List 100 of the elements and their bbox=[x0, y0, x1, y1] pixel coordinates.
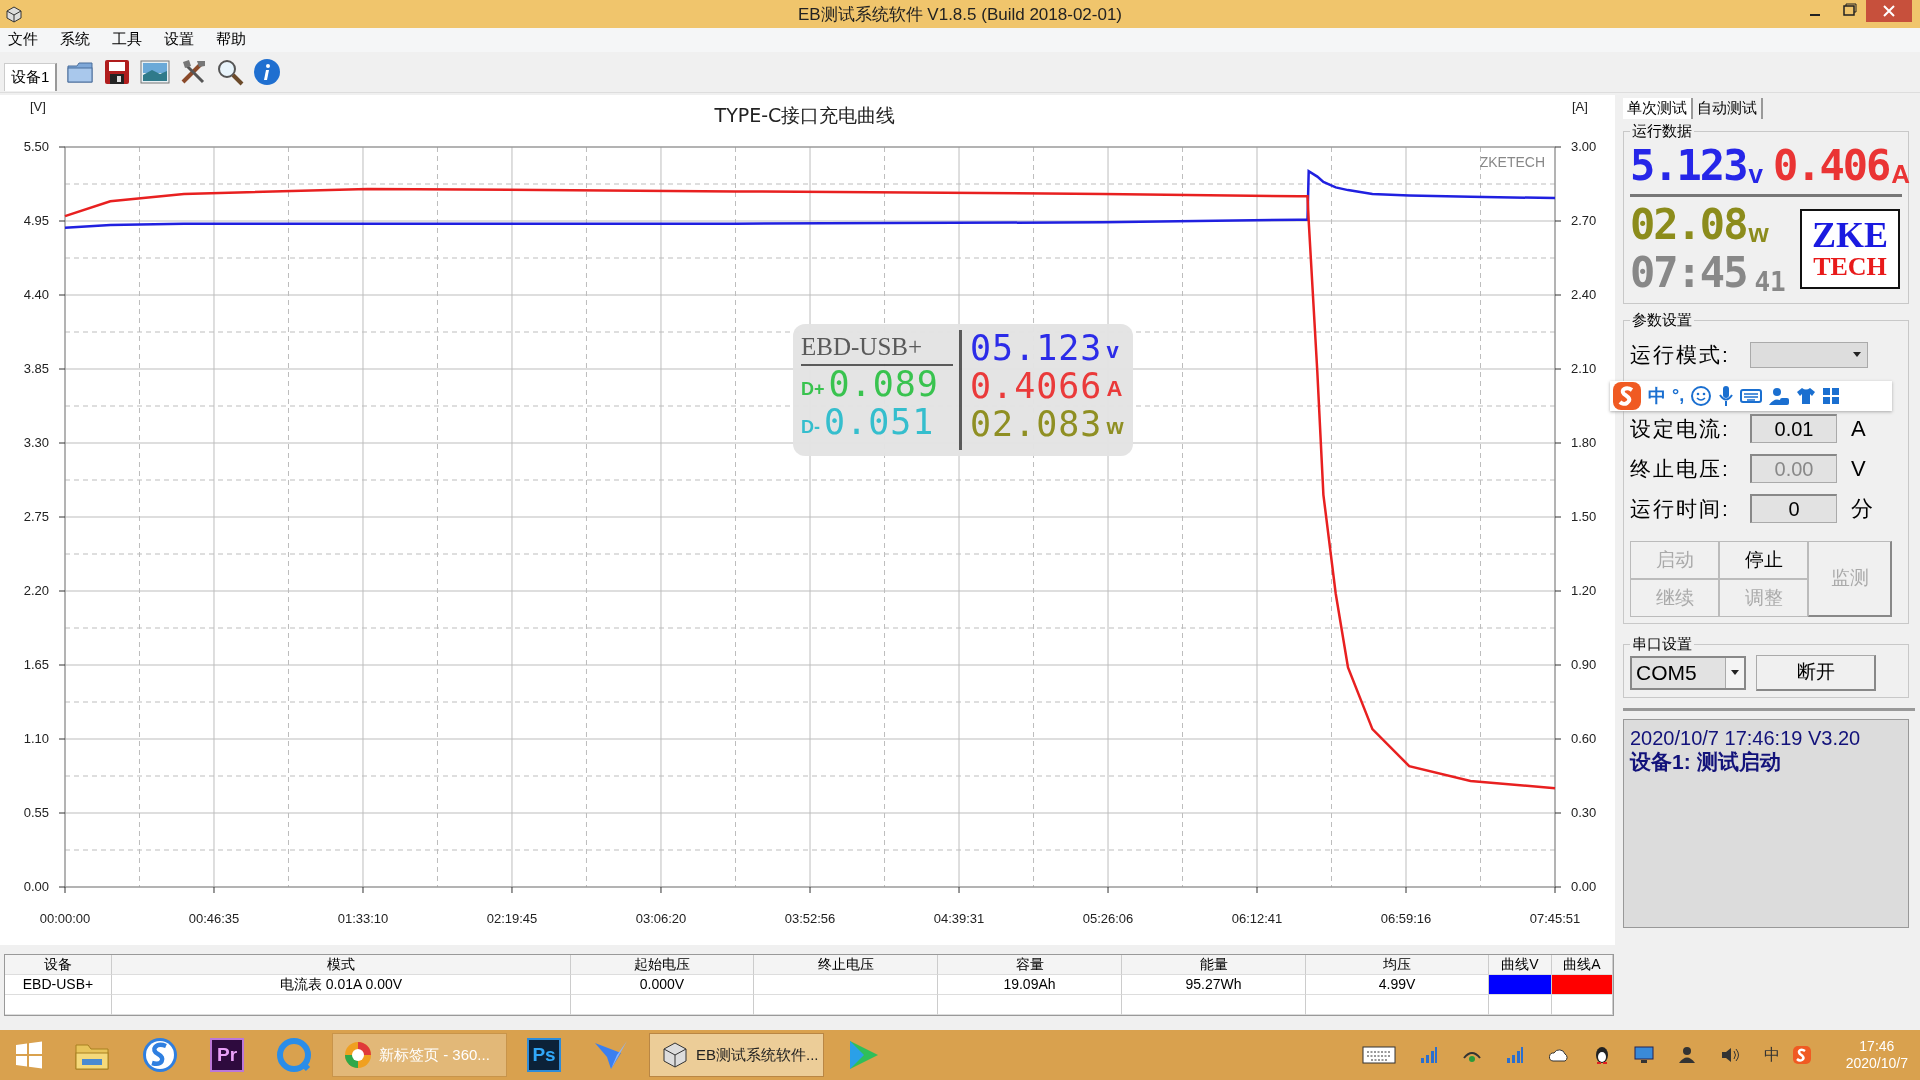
group-title: 串口设置 bbox=[1630, 634, 1694, 654]
power-reading: 02.083 bbox=[970, 403, 1103, 444]
microphone-icon[interactable] bbox=[1718, 384, 1735, 407]
tick-label: 4.40 bbox=[23, 286, 49, 302]
tick-label: 06:59:16 bbox=[1380, 910, 1432, 926]
table-cell: 95.27Wh bbox=[1122, 975, 1306, 996]
field-label: 运行时间: bbox=[1630, 495, 1731, 522]
tick-label: 07:45:51 bbox=[1529, 910, 1581, 926]
info-icon[interactable] bbox=[253, 57, 282, 86]
tick-label: 1.20 bbox=[1571, 582, 1597, 598]
menu-item[interactable]: 帮助 bbox=[216, 30, 246, 50]
tick-label: 5.50 bbox=[23, 138, 49, 154]
table-cell: 电流表 0.01A 0.00V bbox=[112, 975, 571, 996]
logo-text: ZKE bbox=[1812, 216, 1888, 253]
tick-label: 3.00 bbox=[1571, 138, 1597, 154]
button[interactable]: 停止 bbox=[1719, 540, 1808, 579]
brand-label: ZKETECH bbox=[1479, 153, 1545, 170]
device-tab[interactable]: 设备1 bbox=[4, 62, 58, 91]
current-reading: 0.406 bbox=[1772, 141, 1890, 190]
tick-label: 2.70 bbox=[1571, 212, 1597, 228]
close-button[interactable] bbox=[1866, 0, 1912, 22]
field-label: 设定电流: bbox=[1630, 415, 1731, 442]
column-header: 设备 bbox=[5, 955, 112, 976]
tick-label: 3.30 bbox=[23, 434, 49, 450]
tick-label: 02:19:45 bbox=[486, 910, 538, 926]
d-plus-reading: 0.089 bbox=[828, 363, 939, 404]
tick-label: 0.60 bbox=[1571, 730, 1597, 746]
log-line: 设备1: 测试启动 bbox=[1630, 749, 1782, 774]
menu-item[interactable]: 文件 bbox=[8, 30, 38, 50]
d-minus-label: D- bbox=[801, 416, 820, 439]
unit-label: A bbox=[1891, 158, 1911, 190]
table-cell: 19.09Ah bbox=[938, 975, 1122, 996]
field-label: 运行模式: bbox=[1630, 341, 1731, 368]
table-cell: 0.000V bbox=[571, 975, 754, 996]
tick-label: 1.65 bbox=[23, 656, 49, 672]
ime-label[interactable]: 中 bbox=[1763, 1044, 1780, 1066]
axis-label: [V] bbox=[30, 98, 46, 114]
tick-label: 0.00 bbox=[23, 878, 49, 894]
disconnect-button[interactable]: 断开 bbox=[1756, 654, 1876, 691]
tick-label: 0.90 bbox=[1571, 656, 1597, 672]
voltage-reading: 05.123 bbox=[970, 327, 1103, 368]
column-header: 容量 bbox=[938, 955, 1122, 976]
tick-label: 3.85 bbox=[23, 360, 49, 376]
column-header: 曲线A bbox=[1552, 955, 1613, 976]
keyboard-icon[interactable] bbox=[1740, 387, 1763, 404]
tick-label: 1.80 bbox=[1571, 434, 1597, 450]
smiley-icon[interactable] bbox=[1690, 384, 1713, 407]
taskbar-window[interactable]: EB测试系统软件... bbox=[649, 1033, 824, 1078]
tab[interactable]: 单次测试 bbox=[1623, 97, 1693, 119]
ime-label[interactable]: °, bbox=[1672, 385, 1685, 407]
tick-label: 05:26:06 bbox=[1082, 910, 1134, 926]
menu-item[interactable]: 系统 bbox=[60, 30, 90, 50]
unit-label: w bbox=[1748, 217, 1769, 249]
column-header: 能量 bbox=[1122, 955, 1306, 976]
column-header: 曲线V bbox=[1489, 955, 1552, 976]
tick-label: 0.55 bbox=[23, 804, 49, 820]
voltage-reading: 5.123 bbox=[1630, 141, 1747, 190]
save-icon[interactable] bbox=[103, 57, 132, 86]
app-tile-icon[interactable]: Pr bbox=[210, 1038, 244, 1073]
tick-label: 03:52:56 bbox=[784, 910, 836, 926]
tick-label: 2.20 bbox=[23, 582, 49, 598]
sogou-icon[interactable] bbox=[1612, 380, 1642, 411]
table-cell: EBD-USB+ bbox=[5, 975, 112, 996]
d-minus-reading: 0.051 bbox=[824, 401, 935, 442]
picture-icon[interactable] bbox=[140, 57, 171, 86]
power-reading: 02.08 bbox=[1630, 200, 1747, 249]
ime-label[interactable]: 中 bbox=[1648, 383, 1666, 408]
input-field[interactable]: 0.01 bbox=[1750, 414, 1837, 444]
app-tile-icon[interactable]: Ps bbox=[527, 1038, 561, 1073]
shirt-icon[interactable] bbox=[1796, 386, 1817, 405]
tick-label: 0.30 bbox=[1571, 804, 1597, 820]
log-line: 2020/10/7 17:46:19 V3.20 bbox=[1630, 725, 1862, 750]
group-title: 运行数据 bbox=[1630, 121, 1694, 141]
device-name: EBD-USB+ bbox=[801, 329, 953, 366]
user-icon[interactable] bbox=[1768, 385, 1791, 406]
menu-item[interactable]: 工具 bbox=[112, 30, 142, 50]
tools-icon[interactable] bbox=[179, 57, 208, 86]
axis-label: [A] bbox=[1572, 98, 1588, 114]
tick-label: 06:12:41 bbox=[1231, 910, 1283, 926]
tick-label: 1.50 bbox=[1571, 508, 1597, 524]
port-dropdown[interactable]: COM5 bbox=[1630, 655, 1746, 690]
current-reading: 0.4066 bbox=[970, 365, 1103, 406]
logo-text: TECH bbox=[1813, 252, 1887, 281]
tick-label: 00:46:35 bbox=[188, 910, 240, 926]
column-header: 模式 bbox=[112, 955, 571, 976]
tick-label: 0.00 bbox=[1571, 878, 1597, 894]
d-plus-label: D+ bbox=[801, 378, 825, 401]
tab[interactable]: 自动测试 bbox=[1693, 97, 1763, 119]
tick-label: 2.75 bbox=[23, 508, 49, 524]
seconds-reading: 41 bbox=[1754, 266, 1786, 297]
tick-label: 1.10 bbox=[23, 730, 49, 746]
menu-item[interactable]: 设置 bbox=[164, 30, 194, 50]
column-header: 终止电压 bbox=[754, 955, 938, 976]
chart-title: TYPE-C接口充电曲线 bbox=[714, 103, 896, 126]
tick-label: 04:39:31 bbox=[933, 910, 985, 926]
search-icon[interactable] bbox=[216, 57, 245, 86]
table-cell: 4.99V bbox=[1306, 975, 1489, 996]
input-field[interactable]: 0 bbox=[1750, 494, 1837, 524]
time-reading: 07:45 bbox=[1630, 248, 1747, 297]
grid-icon[interactable] bbox=[1822, 386, 1841, 405]
